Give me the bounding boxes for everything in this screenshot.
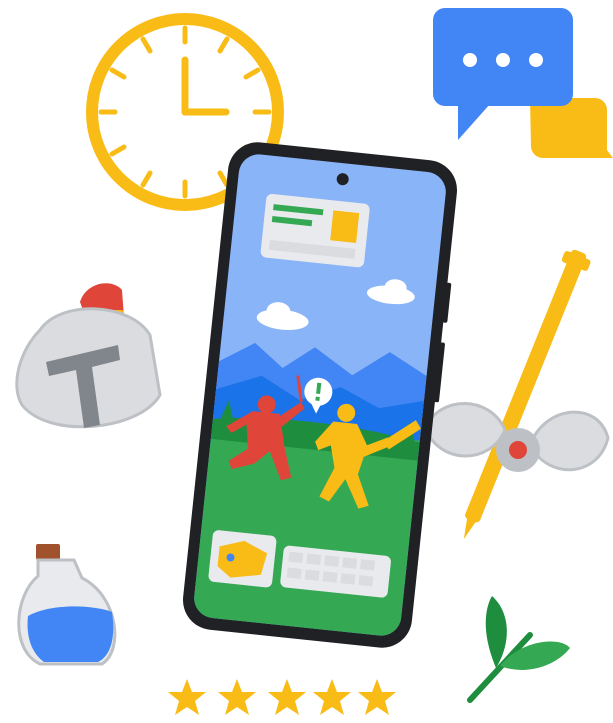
star-icon	[218, 679, 256, 715]
game-illustration	[15, 8, 613, 715]
star-icon	[268, 679, 306, 715]
chat-bubbles-icon	[433, 8, 613, 158]
potion-bottle-icon	[17, 544, 117, 666]
star-icon	[313, 679, 351, 715]
star-rating	[168, 679, 396, 715]
star-icon	[168, 679, 206, 715]
sprout-icon	[467, 596, 570, 703]
phone-icon	[182, 142, 458, 648]
knight-helmet-icon	[15, 283, 162, 429]
star-icon	[358, 679, 396, 715]
battle-axe-icon	[423, 249, 610, 540]
